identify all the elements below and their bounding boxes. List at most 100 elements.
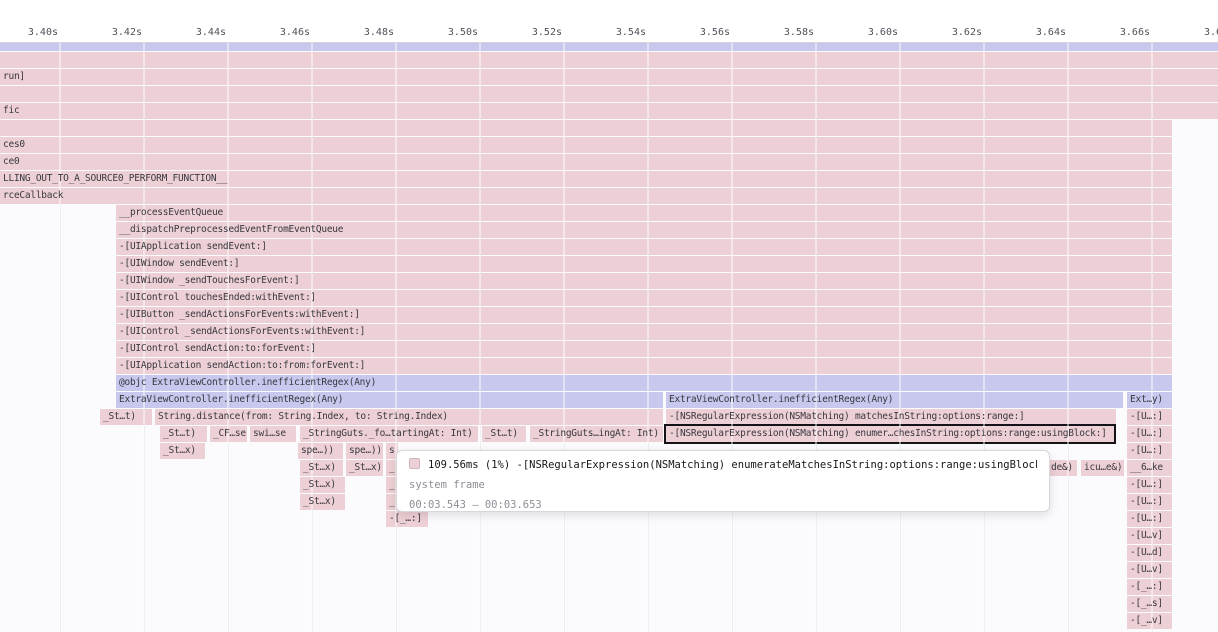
flame-cell-label: -[UIControl sendAction:to:forEvent:] bbox=[116, 341, 1172, 357]
flame-cell[interactable]: _CF…se bbox=[210, 426, 247, 442]
flame-cell[interactable]: _StringGuts._fo…tartingAt: Int) bbox=[300, 426, 478, 442]
flame-cell[interactable]: -[U…:] bbox=[1127, 443, 1172, 459]
flame-cell[interactable]: ces0 bbox=[0, 137, 1172, 153]
flame-cell[interactable]: -[U…:] bbox=[1127, 494, 1172, 510]
flame-cell-label: -[U…:] bbox=[1127, 477, 1172, 493]
flame-cell[interactable]: -[_…:] bbox=[1127, 579, 1172, 595]
flame-cell-label: ces0 bbox=[0, 137, 1172, 153]
flame-cell[interactable]: -[UIWindow _sendTouchesForEvent:] bbox=[116, 273, 1172, 289]
flame-cell[interactable]: -[U…:] bbox=[1127, 511, 1172, 527]
flame-cell[interactable]: spe…)) bbox=[298, 443, 343, 459]
flame-cell-label: -[_…s] bbox=[1127, 596, 1172, 612]
flame-cell[interactable]: -[U…v] bbox=[1127, 562, 1172, 578]
flame-graph: run] fic ces0ce0LLING_OUT_TO_A_SOURCE0_PER… bbox=[0, 0, 1218, 632]
tooltip-color-swatch bbox=[409, 458, 420, 469]
ruler-tick-label: 3.64s bbox=[1010, 27, 1066, 38]
flame-cell[interactable]: __processEventQueue bbox=[116, 205, 1172, 221]
flame-cell-label: -[U…:] bbox=[1127, 409, 1172, 425]
flame-cell[interactable]: Ext…y) bbox=[1127, 392, 1172, 408]
gridline bbox=[59, 42, 61, 632]
flame-cell[interactable]: -[_…v] bbox=[1127, 613, 1172, 629]
flame-cell[interactable]: -[UIWindow sendEvent:] bbox=[116, 256, 1172, 272]
flame-cell[interactable]: -[_…s] bbox=[1127, 596, 1172, 612]
flame-cell[interactable]: -[UIApplication sendEvent:] bbox=[116, 239, 1172, 255]
flame-cell[interactable]: _St…x) bbox=[346, 460, 383, 476]
ruler-tick-label: 3.60s bbox=[842, 27, 898, 38]
ruler-tick-label: 3.42s bbox=[86, 27, 142, 38]
flame-cell[interactable]: rceCallback bbox=[0, 188, 1172, 204]
flame-cell[interactable]: -[UIApplication sendAction:to:from:forEv… bbox=[116, 358, 1172, 374]
flame-cell-label: -[_…v] bbox=[1127, 613, 1172, 629]
flame-cell[interactable]: -[UIButton _sendActionsForEvents:withEve… bbox=[116, 307, 1172, 323]
flame-cell-label: -[UIApplication sendEvent:] bbox=[116, 239, 1172, 255]
flame-cell[interactable]: String.distance(from: String.Index, to: … bbox=[155, 409, 663, 425]
flame-cell-label: _St…x) bbox=[160, 443, 205, 459]
flame-cell-label: -[UIWindow sendEvent:] bbox=[116, 256, 1172, 272]
flame-cell[interactable]: ce0 bbox=[0, 154, 1172, 170]
flame-cell-label: ExtraViewController.inefficientRegex(Any… bbox=[116, 392, 663, 408]
flame-cell-label: ExtraViewController.inefficientRegex(Any… bbox=[666, 392, 1123, 408]
flame-cell[interactable] bbox=[0, 120, 1172, 136]
tooltip-subtitle: system frame bbox=[409, 478, 1037, 493]
flame-cell[interactable]: -[UIControl _sendActionsForEvents:withEv… bbox=[116, 324, 1172, 340]
flame-cell[interactable]: ExtraViewController.inefficientRegex(Any… bbox=[116, 392, 663, 408]
flame-cell-label: __dispatchPreprocessedEventFromEventQueu… bbox=[116, 222, 1172, 238]
flame-cell[interactable]: _St…t) bbox=[160, 426, 207, 442]
flame-cell[interactable]: _St…x) bbox=[300, 460, 343, 476]
ruler-tick-label: 3.52s bbox=[506, 27, 562, 38]
flame-cell-selected[interactable]: -[NSRegularExpression(NSMatching) enumer… bbox=[666, 426, 1114, 442]
flame-cell-label: rceCallback bbox=[0, 188, 1172, 204]
flame-cell-label: Ext…y) bbox=[1127, 392, 1172, 408]
flame-cell[interactable]: swi…se bbox=[250, 426, 296, 442]
flame-cell[interactable]: -[U…d] bbox=[1127, 545, 1172, 561]
flame-cell[interactable]: spe…)) bbox=[346, 443, 383, 459]
ruler-tick-label: 3.46s bbox=[254, 27, 310, 38]
flame-cell-label: -[_…:] bbox=[386, 511, 428, 527]
flame-cell[interactable]: _St…x) bbox=[300, 494, 345, 510]
flame-cell-label: __6…ke bbox=[1127, 460, 1172, 476]
flame-cell[interactable]: -[_…:] bbox=[386, 511, 428, 527]
flame-cell-label: -[UIControl touchesEnded:withEvent:] bbox=[116, 290, 1172, 306]
flame-cell[interactable]: -[U…v] bbox=[1127, 528, 1172, 544]
flame-cell[interactable]: -[U…:] bbox=[1127, 426, 1172, 442]
flame-cell-label: -[UIButton _sendActionsForEvents:withEve… bbox=[116, 307, 1172, 323]
flame-cell-label: _St…x) bbox=[300, 460, 343, 476]
flame-cell-label: __processEventQueue bbox=[116, 205, 1172, 221]
flame-cell[interactable]: LLING_OUT_TO_A_SOURCE0_PERFORM_FUNCTION_… bbox=[0, 171, 1172, 187]
flame-cell[interactable]: fic bbox=[0, 103, 1218, 119]
ruler-tick-label: 3.58s bbox=[758, 27, 814, 38]
flame-cell[interactable]: icu…e&) bbox=[1081, 460, 1124, 476]
flame-cell[interactable]: run] bbox=[0, 69, 1218, 85]
flame-cell-label: -[U…v] bbox=[1127, 528, 1172, 544]
flame-cell-label: _StringGuts…ingAt: Int) bbox=[530, 426, 663, 442]
flame-cell[interactable]: ExtraViewController.inefficientRegex(Any… bbox=[666, 392, 1123, 408]
flame-cell[interactable]: _StringGuts…ingAt: Int) bbox=[530, 426, 663, 442]
flame-cell[interactable]: _St…t) bbox=[482, 426, 526, 442]
flame-cell[interactable]: -[UIControl touchesEnded:withEvent:] bbox=[116, 290, 1172, 306]
flame-cell[interactable]: _St…x) bbox=[300, 477, 345, 493]
flame-cell[interactable]: -[U…:] bbox=[1127, 477, 1172, 493]
ruler-tick-label: 3.44s bbox=[170, 27, 226, 38]
flame-cell-label: icu…e&) bbox=[1081, 460, 1124, 476]
flame-cell[interactable] bbox=[0, 86, 1218, 102]
flame-cell[interactable]: __6…ke bbox=[1127, 460, 1172, 476]
flame-cell[interactable]: -[UIControl sendAction:to:forEvent:] bbox=[116, 341, 1172, 357]
tooltip-title: 109.56ms (1%) -[NSRegularExpression(NSMa… bbox=[428, 459, 1037, 471]
flame-cell[interactable] bbox=[0, 43, 1218, 51]
flame-cell[interactable]: @objc ExtraViewController.inefficientReg… bbox=[116, 375, 1172, 391]
flame-cell[interactable]: __dispatchPreprocessedEventFromEventQueu… bbox=[116, 222, 1172, 238]
flame-cell-label: _St…t) bbox=[100, 409, 152, 425]
timeline-ruler[interactable]: 3.40s3.42s3.44s3.46s3.48s3.50s3.52s3.54s… bbox=[0, 0, 1218, 43]
flame-cell[interactable]: _St…x) bbox=[160, 443, 205, 459]
flame-cell[interactable]: _St…t) bbox=[100, 409, 152, 425]
ruler-tick-label: 3.54s bbox=[590, 27, 646, 38]
tooltip-time-range: 00:03.543 — 00:03.653 bbox=[409, 498, 1037, 513]
flame-cell-label: -[NSRegularExpression(NSMatching) enumer… bbox=[666, 426, 1114, 442]
flame-cell[interactable] bbox=[0, 52, 1218, 68]
flame-cell[interactable]: -[NSRegularExpression(NSMatching) matche… bbox=[666, 409, 1116, 425]
flame-cell-label: _St…t) bbox=[482, 426, 526, 442]
flame-cell[interactable]: de&) bbox=[1048, 460, 1077, 476]
flame-cell-label: spe…)) bbox=[346, 443, 383, 459]
flame-cell-label: -[U…:] bbox=[1127, 494, 1172, 510]
flame-cell[interactable]: -[U…:] bbox=[1127, 409, 1172, 425]
